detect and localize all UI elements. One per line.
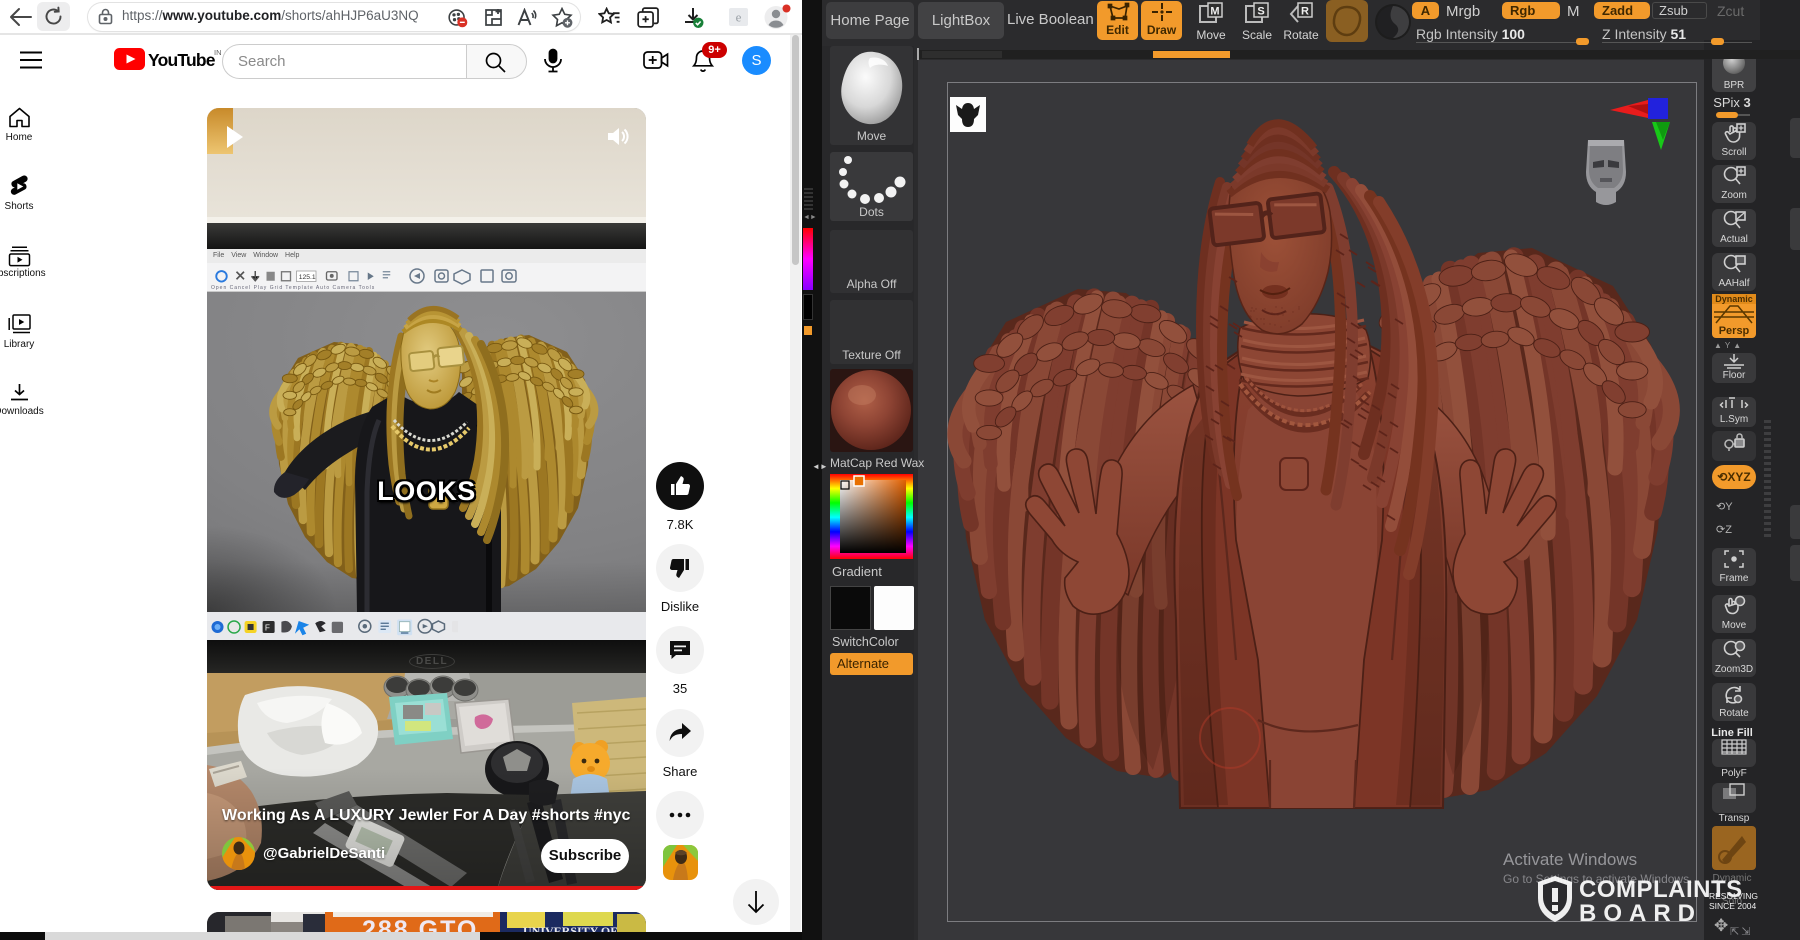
svg-text:e: e <box>736 10 742 25</box>
svg-text:S: S <box>1257 6 1264 18</box>
svg-text:YouTube: YouTube <box>148 50 216 70</box>
svg-text:IN: IN <box>214 48 222 57</box>
svg-text:R: R <box>1301 6 1309 18</box>
svg-text:F: F <box>265 624 270 633</box>
svg-text:125.1: 125.1 <box>299 274 316 281</box>
svg-text:M: M <box>1210 6 1219 18</box>
